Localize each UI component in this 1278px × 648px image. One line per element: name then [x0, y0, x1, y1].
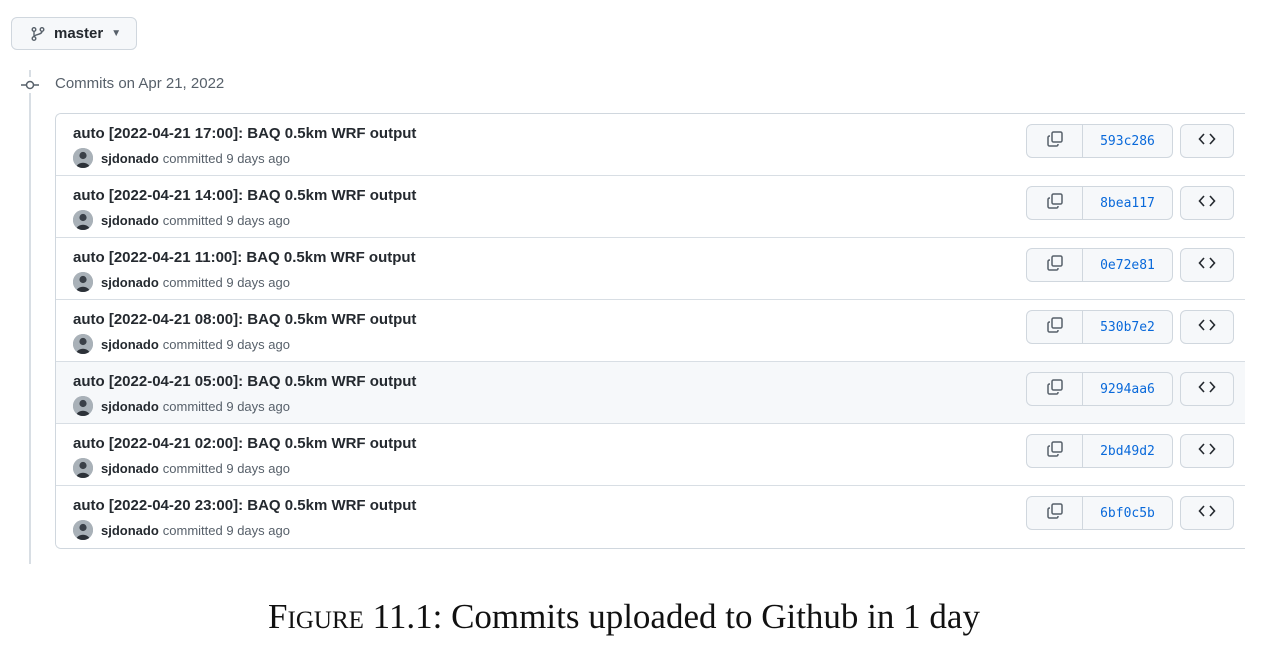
commit-row: auto [2022-04-21 17:00]: BAQ 0.5km WRF o…	[56, 114, 1245, 176]
commit-meta: sjdonado committed 9 days ago	[73, 520, 290, 540]
git-branch-icon	[30, 26, 46, 42]
code-icon	[1198, 256, 1216, 275]
figure-caption-text: 11.1: Commits uploaded to Github in 1 da…	[372, 597, 980, 636]
sha-button-group: 593c286	[1026, 124, 1173, 158]
commit-meta: sjdonado committed 9 days ago	[73, 334, 290, 354]
copy-sha-button[interactable]	[1026, 186, 1083, 220]
commit-row: auto [2022-04-21 02:00]: BAQ 0.5km WRF o…	[56, 424, 1245, 486]
commit-meta: sjdonado committed 9 days ago	[73, 210, 290, 230]
branch-select-button[interactable]: master ▼	[11, 17, 137, 50]
copy-icon	[1046, 130, 1064, 153]
figure-caption-prefix: Figure	[268, 597, 364, 636]
copy-icon	[1046, 192, 1064, 215]
commit-title-link[interactable]: auto [2022-04-21 05:00]: BAQ 0.5km WRF o…	[73, 373, 416, 390]
copy-icon	[1046, 378, 1064, 401]
copy-sha-button[interactable]	[1026, 434, 1083, 468]
avatar[interactable]	[73, 148, 93, 168]
commit-row: auto [2022-04-21 11:00]: BAQ 0.5km WRF o…	[56, 238, 1245, 300]
author-link[interactable]: sjdonado	[101, 399, 159, 414]
author-link[interactable]: sjdonado	[101, 275, 159, 290]
copy-sha-button[interactable]	[1026, 124, 1083, 158]
commit-time: committed 9 days ago	[162, 460, 290, 476]
figure-caption: Figure 11.1: Commits uploaded to Github …	[0, 597, 1248, 637]
commit-time: committed 9 days ago	[162, 212, 290, 228]
sha-button-group: 2bd49d2	[1026, 434, 1173, 468]
commit-time: committed 9 days ago	[162, 522, 290, 538]
copy-sha-button[interactable]	[1026, 310, 1083, 344]
sha-button-group: 530b7e2	[1026, 310, 1173, 344]
commit-time: committed 9 days ago	[162, 336, 290, 352]
copy-sha-button[interactable]	[1026, 248, 1083, 282]
code-icon	[1198, 132, 1216, 151]
commit-date-header: Commits on Apr 21, 2022	[55, 75, 225, 92]
commit-meta: sjdonado committed 9 days ago	[73, 148, 290, 168]
commit-title-link[interactable]: auto [2022-04-21 14:00]: BAQ 0.5km WRF o…	[73, 187, 416, 204]
commit-meta: sjdonado committed 9 days ago	[73, 396, 290, 416]
commit-sha-link[interactable]: 530b7e2	[1083, 310, 1173, 344]
commit-sha-link[interactable]: 8bea117	[1083, 186, 1173, 220]
chevron-down-icon: ▼	[111, 28, 122, 39]
avatar[interactable]	[73, 458, 93, 478]
copy-sha-button[interactable]	[1026, 372, 1083, 406]
avatar[interactable]	[73, 272, 93, 292]
timeline-line	[29, 70, 31, 564]
commit-sha-link[interactable]: 2bd49d2	[1083, 434, 1173, 468]
commit-row: auto [2022-04-21 05:00]: BAQ 0.5km WRF o…	[56, 362, 1245, 424]
branch-name: master	[54, 25, 104, 42]
commit-meta: sjdonado committed 9 days ago	[73, 272, 290, 292]
commit-title-link[interactable]: auto [2022-04-20 23:00]: BAQ 0.5km WRF o…	[73, 497, 416, 514]
commit-sha-link[interactable]: 9294aa6	[1083, 372, 1173, 406]
avatar[interactable]	[73, 396, 93, 416]
avatar[interactable]	[73, 334, 93, 354]
copy-sha-button[interactable]	[1026, 496, 1083, 530]
browse-repo-button[interactable]	[1180, 248, 1234, 282]
code-icon	[1198, 442, 1216, 461]
browse-repo-button[interactable]	[1180, 496, 1234, 530]
browse-repo-button[interactable]	[1180, 372, 1234, 406]
browse-repo-button[interactable]	[1180, 310, 1234, 344]
browse-repo-button[interactable]	[1180, 434, 1234, 468]
avatar[interactable]	[73, 520, 93, 540]
code-icon	[1198, 380, 1216, 399]
sha-button-group: 6bf0c5b	[1026, 496, 1173, 530]
avatar[interactable]	[73, 210, 93, 230]
commit-meta: sjdonado committed 9 days ago	[73, 458, 290, 478]
browse-repo-button[interactable]	[1180, 124, 1234, 158]
code-icon	[1198, 318, 1216, 337]
commit-list: auto [2022-04-21 17:00]: BAQ 0.5km WRF o…	[55, 113, 1245, 549]
sha-button-group: 0e72e81	[1026, 248, 1173, 282]
commit-title-link[interactable]: auto [2022-04-21 17:00]: BAQ 0.5km WRF o…	[73, 125, 416, 142]
commit-sha-link[interactable]: 593c286	[1083, 124, 1173, 158]
copy-icon	[1046, 254, 1064, 277]
commit-row: auto [2022-04-20 23:00]: BAQ 0.5km WRF o…	[56, 486, 1245, 548]
author-link[interactable]: sjdonado	[101, 337, 159, 352]
commit-time: committed 9 days ago	[162, 150, 290, 166]
commit-sha-link[interactable]: 6bf0c5b	[1083, 496, 1173, 530]
author-link[interactable]: sjdonado	[101, 151, 159, 166]
commit-time: committed 9 days ago	[162, 398, 290, 414]
commit-title-link[interactable]: auto [2022-04-21 08:00]: BAQ 0.5km WRF o…	[73, 311, 416, 328]
commit-time: committed 9 days ago	[162, 274, 290, 290]
copy-icon	[1046, 316, 1064, 339]
author-link[interactable]: sjdonado	[101, 523, 159, 538]
git-commit-icon	[20, 77, 40, 93]
code-icon	[1198, 504, 1216, 523]
code-icon	[1198, 194, 1216, 213]
browse-repo-button[interactable]	[1180, 186, 1234, 220]
author-link[interactable]: sjdonado	[101, 213, 159, 228]
commit-row: auto [2022-04-21 08:00]: BAQ 0.5km WRF o…	[56, 300, 1245, 362]
commit-sha-link[interactable]: 0e72e81	[1083, 248, 1173, 282]
copy-icon	[1046, 502, 1064, 525]
commit-row: auto [2022-04-21 14:00]: BAQ 0.5km WRF o…	[56, 176, 1245, 238]
commit-title-link[interactable]: auto [2022-04-21 02:00]: BAQ 0.5km WRF o…	[73, 435, 416, 452]
author-link[interactable]: sjdonado	[101, 461, 159, 476]
copy-icon	[1046, 440, 1064, 463]
commit-title-link[interactable]: auto [2022-04-21 11:00]: BAQ 0.5km WRF o…	[73, 249, 416, 266]
sha-button-group: 9294aa6	[1026, 372, 1173, 406]
sha-button-group: 8bea117	[1026, 186, 1173, 220]
